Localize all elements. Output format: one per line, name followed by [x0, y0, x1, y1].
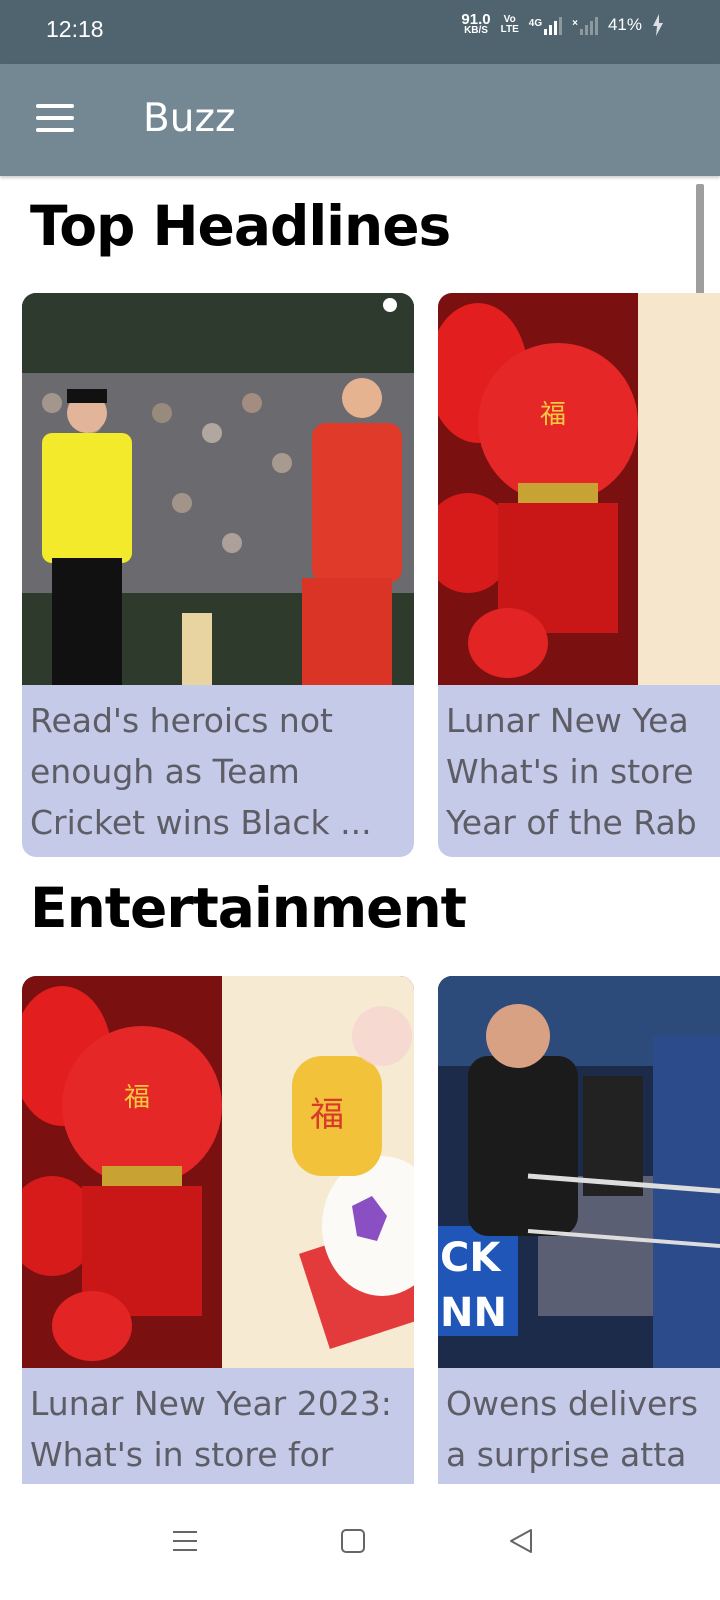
title-line: Lunar New Year 2023:	[30, 1384, 392, 1423]
status-time: 12:18	[46, 16, 104, 42]
title-line: Lunar New Yea	[446, 701, 689, 740]
news-card-title: Lunar New Yea What's in store Year of th…	[446, 695, 720, 848]
title-line: Owens delivers	[446, 1384, 699, 1423]
news-card-title: Owens delivers a surprise atta	[446, 1378, 720, 1480]
news-card-title: Lunar New Year 2023: What's in store for	[30, 1378, 410, 1480]
section-title-top-headlines: Top Headlines	[30, 194, 451, 258]
recents-icon[interactable]	[172, 1528, 198, 1554]
status-icons: 91.0 KB/S Vo LTE 4G × 41%	[461, 11, 664, 36]
back-icon[interactable]	[508, 1528, 534, 1554]
hamburger-menu-icon[interactable]	[36, 104, 74, 132]
network-speed: 91.0 KB/S	[461, 11, 491, 36]
svg-text:NN: NN	[440, 1290, 507, 1336]
red-lanterns-photo: 福	[438, 293, 720, 685]
lanterns-and-lucky-cat-photo: 福 福	[22, 976, 414, 1368]
network-speed-unit: KB/S	[464, 25, 488, 36]
title-line: a surprise atta	[446, 1435, 687, 1474]
news-card-title: Read's heroics not enough as Team Cricke…	[30, 695, 410, 848]
network-type: 4G	[528, 18, 543, 29]
status-bar: 12:18 91.0 KB/S Vo LTE 4G × 41%	[0, 0, 720, 64]
news-card[interactable]: 福 Lunar New Yea What's in store Year of …	[438, 293, 720, 857]
svg-text:福: 福	[540, 400, 566, 430]
cricket-match-photo	[22, 293, 414, 685]
news-card[interactable]: Read's heroics not enough as Team Cricke…	[22, 293, 414, 857]
app-title: Buzz	[143, 96, 236, 141]
svg-text:CK: CK	[440, 1235, 502, 1281]
news-card[interactable]: 福 福 Lunar New Year 2023: What's in store…	[22, 976, 414, 1484]
battery-charging-icon	[653, 14, 663, 36]
title-line: What's in store for	[30, 1435, 334, 1474]
volte-bottom: LTE	[500, 24, 519, 35]
section-title-entertainment: Entertainment	[30, 876, 467, 940]
svg-text:福: 福	[124, 1083, 150, 1113]
system-nav-bar	[0, 1484, 720, 1600]
home-icon[interactable]	[340, 1528, 366, 1554]
network-speed-value: 91.0	[461, 11, 491, 28]
title-line: What's in store	[446, 752, 694, 791]
news-card[interactable]: CK NN Owens delivers a surprise atta	[438, 976, 720, 1484]
svg-text:福: 福	[310, 1095, 344, 1135]
title-line: Read's heroics not	[30, 701, 333, 740]
signal-sim1-icon: 4G	[528, 15, 563, 35]
title-line: Cricket wins Black ...	[30, 803, 372, 842]
wrestling-ring-photo: CK NN	[438, 976, 720, 1368]
volte-icon: Vo LTE	[501, 15, 519, 35]
app-bar: Buzz	[0, 64, 720, 176]
signal-sim2-icon: ×	[572, 15, 598, 35]
battery-percent: 41%	[607, 15, 642, 34]
title-line: enough as Team	[30, 752, 300, 791]
title-line: Year of the Rab	[446, 803, 697, 842]
